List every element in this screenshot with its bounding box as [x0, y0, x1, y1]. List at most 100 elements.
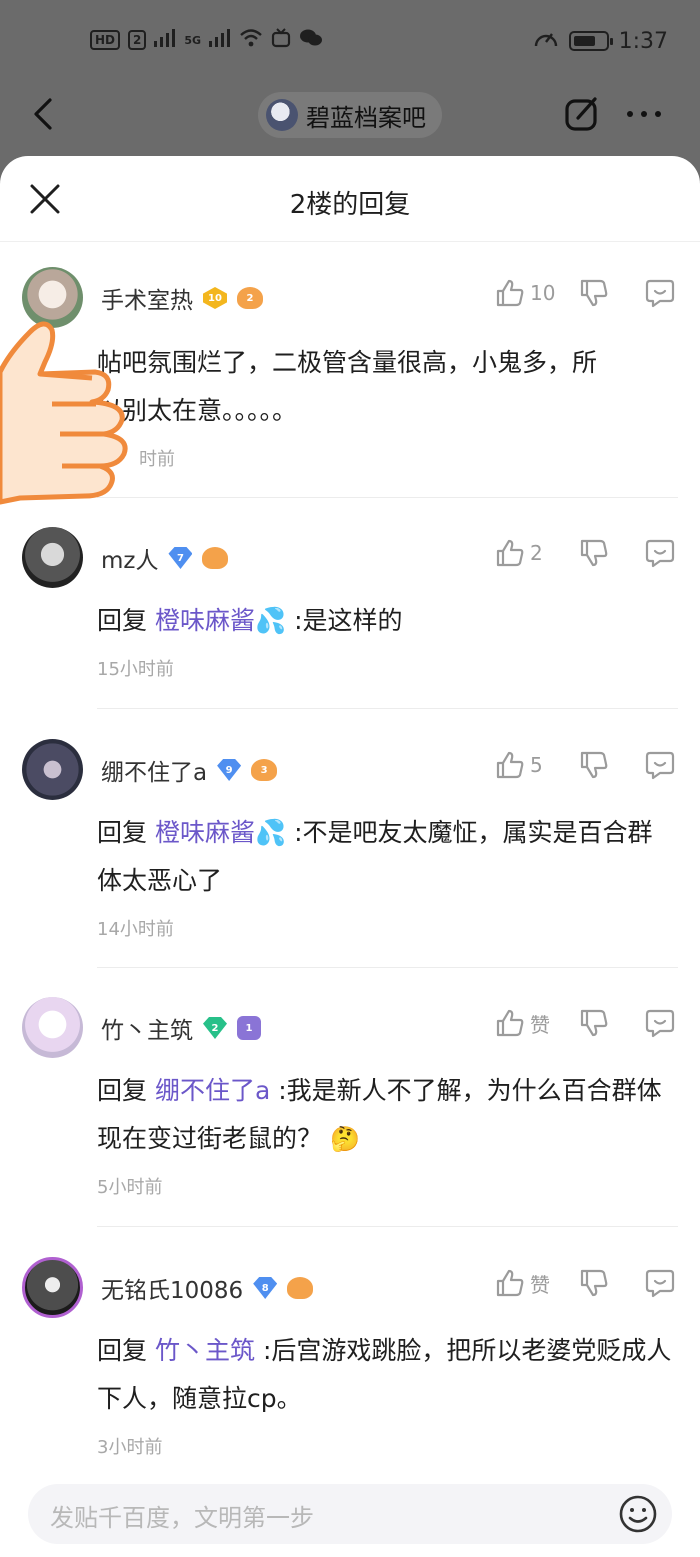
- name-row: 竹丶主筑 2 1: [101, 1011, 261, 1045]
- like-count: 5: [530, 753, 543, 777]
- divider: [97, 1226, 678, 1227]
- more-button[interactable]: [622, 94, 666, 134]
- name-row: 手术室热 10 2: [101, 281, 263, 315]
- reply-button[interactable]: [644, 749, 676, 781]
- like-button[interactable]: 赞: [494, 1007, 564, 1039]
- divider: [97, 967, 678, 968]
- like-count: 10: [530, 281, 556, 305]
- comment-icon: [645, 751, 675, 780]
- forum-top-nav: 碧蓝档案吧: [0, 86, 700, 152]
- level-badge: 9: [217, 759, 242, 781]
- emoji-icon: [619, 1495, 657, 1533]
- comment-actions: 2: [494, 537, 676, 569]
- comment-icon: [645, 279, 675, 308]
- fan-badge: [287, 1277, 314, 1299]
- comment-line: 帖吧氛围烂了，二极管含量很高，小鬼多，所: [97, 348, 598, 377]
- avatar[interactable]: [22, 739, 83, 800]
- comment-text: 回复 橙味麻酱💦 :是这样的: [97, 597, 677, 645]
- reply-button[interactable]: [644, 1267, 676, 1299]
- username[interactable]: 绷不住了a: [101, 753, 207, 787]
- hd-chip: HD: [90, 30, 121, 50]
- like-button[interactable]: 2: [494, 537, 564, 569]
- like-count: 赞: [530, 1012, 550, 1037]
- forum-avatar: [266, 99, 298, 131]
- chevron-left-icon: [34, 98, 52, 130]
- reply-keyword: 回复: [97, 606, 148, 635]
- reply-target[interactable]: 绷不住了a: [155, 1076, 270, 1105]
- reply-button[interactable]: [644, 1007, 676, 1039]
- reply-keyword: 回复: [97, 818, 148, 847]
- dislike-button[interactable]: [578, 537, 610, 569]
- avatar[interactable]: [22, 997, 83, 1058]
- edit-button[interactable]: [562, 94, 602, 134]
- comment-actions: 赞: [494, 1007, 676, 1039]
- dislike-button[interactable]: [578, 749, 610, 781]
- divider: [97, 708, 678, 709]
- level-badge: 2: [203, 1017, 227, 1039]
- emoji-button[interactable]: [618, 1494, 658, 1534]
- sim-chip: 2: [128, 30, 147, 50]
- comment-icon: [645, 539, 675, 568]
- thumb-down-icon: [580, 751, 608, 779]
- thumb-down-icon: [580, 1009, 608, 1037]
- like-button[interactable]: 10: [494, 277, 564, 309]
- divider: [97, 497, 678, 498]
- reply-target[interactable]: 橙味麻酱💦: [155, 606, 286, 635]
- reply-button[interactable]: [644, 277, 676, 309]
- dislike-button[interactable]: [578, 1007, 610, 1039]
- dislike-button[interactable]: [578, 1267, 610, 1299]
- like-button[interactable]: 赞: [494, 1267, 564, 1299]
- status-right: 1:37: [533, 26, 668, 56]
- comment-actions: 5: [494, 749, 676, 781]
- fan-badge: 3: [251, 759, 278, 781]
- reply-target[interactable]: 橙味麻酱💦: [155, 818, 286, 847]
- thumb-up-icon: [496, 1009, 524, 1037]
- reply-button[interactable]: [644, 537, 676, 569]
- status-bar: HD 2 5G 1:37: [0, 0, 700, 86]
- reply-target[interactable]: 竹丶主筑: [155, 1336, 255, 1365]
- comment-text: 帖吧氛围烂了，二极管含量很高，小鬼多，所 以别太在意。。。。。: [97, 339, 677, 435]
- username[interactable]: 手术室热: [101, 281, 193, 315]
- dislike-button[interactable]: [578, 277, 610, 309]
- speedometer-icon: [533, 26, 559, 56]
- thinking-emoji: 🤔: [329, 1125, 360, 1153]
- like-count: 2: [530, 541, 543, 565]
- sheet-title: 2楼的回复: [289, 190, 411, 220]
- level-badge: 7: [168, 547, 193, 569]
- fan-badge: 1: [237, 1016, 261, 1040]
- forum-pill[interactable]: 碧蓝档案吧: [258, 92, 442, 138]
- comment-actions: 10: [494, 277, 676, 309]
- username[interactable]: 竹丶主筑: [101, 1011, 193, 1045]
- back-button[interactable]: [24, 94, 64, 134]
- wechat-icon: [299, 28, 323, 52]
- battery-icon: [568, 31, 613, 51]
- name-row: 无铭氏10086 8: [101, 1271, 314, 1305]
- comment-time: 15小时前: [97, 659, 174, 680]
- reply-keyword: 回复: [97, 1336, 148, 1365]
- like-button[interactable]: 5: [494, 749, 564, 781]
- comment-time: 14小时前: [97, 919, 174, 940]
- like-count: 赞: [530, 1272, 550, 1297]
- level-badge: 10: [203, 287, 227, 309]
- thumb-down-icon: [580, 279, 608, 307]
- more-icon: [627, 111, 661, 117]
- comment-icon: [645, 1269, 675, 1298]
- username[interactable]: mz人: [101, 541, 158, 575]
- tv-icon: [271, 28, 291, 52]
- comment-icon: [645, 1009, 675, 1038]
- comment-input[interactable]: 发贴千百度，文明第一步: [28, 1484, 672, 1544]
- wifi-icon: [239, 28, 263, 52]
- avatar[interactable]: [22, 527, 83, 588]
- thumb-up-icon: [496, 751, 524, 779]
- comment-time: 3小时前: [97, 1437, 163, 1458]
- edit-icon: [565, 97, 597, 131]
- fan-badge: [202, 547, 229, 569]
- fan-badge: 2: [237, 287, 263, 309]
- username[interactable]: 无铭氏10086: [101, 1271, 243, 1305]
- comment-line: 以别太在意。。。。。: [97, 396, 298, 425]
- thumb-down-icon: [580, 539, 608, 567]
- avatar[interactable]: [22, 1257, 83, 1318]
- reply-keyword: 回复: [97, 1076, 148, 1105]
- sheet-header: 2楼的回复: [0, 156, 700, 242]
- thumb-down-icon: [580, 1269, 608, 1297]
